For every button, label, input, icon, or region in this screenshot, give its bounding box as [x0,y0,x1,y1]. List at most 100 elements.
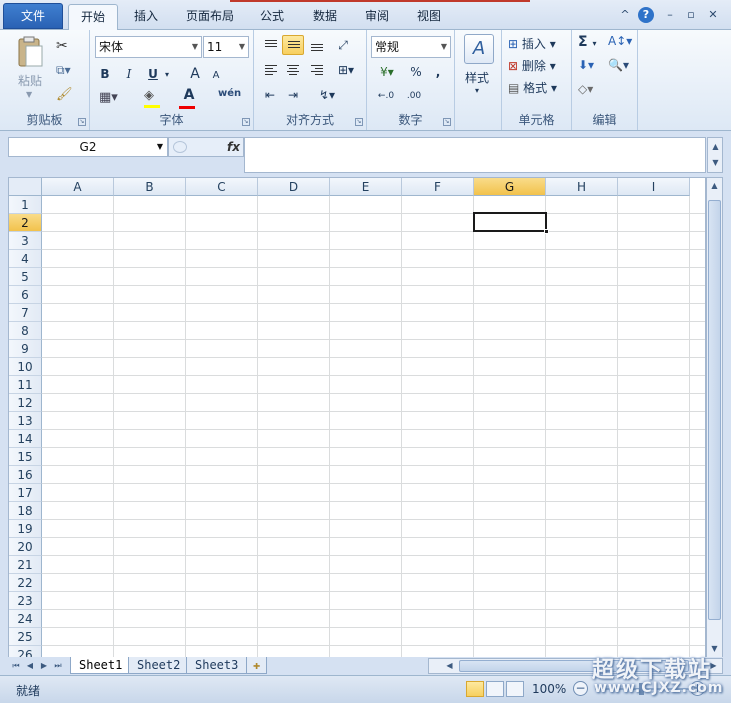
orientation-icon[interactable]: ⤢ [332,35,354,55]
percent-button[interactable]: % [407,62,425,82]
bold-button[interactable]: B [96,64,114,84]
align-bottom-icon[interactable] [306,35,326,55]
last-sheet-icon[interactable]: ⏭ [52,659,64,673]
column-header-h[interactable]: H [546,178,618,196]
align-top-icon[interactable] [260,35,280,55]
formula-splitter-icon[interactable] [173,141,187,153]
styles-label[interactable]: 样式 [465,69,489,86]
close-icon[interactable]: ✕ [705,7,721,23]
styles-icon[interactable]: A [464,34,494,64]
number-format-select[interactable]: 常规 ▼ [371,36,451,58]
autosum-button[interactable]: Σ ▾ [578,34,596,50]
row-header-24[interactable]: 24 [9,610,42,628]
shrink-font-button[interactable]: A [208,66,224,86]
paste-dropdown-icon[interactable]: ▼ [26,90,32,99]
row-header-14[interactable]: 14 [9,430,42,448]
align-center-icon[interactable] [282,60,304,80]
fill-color-button[interactable]: ◈ [144,88,170,108]
row-header-11[interactable]: 11 [9,376,42,394]
row-header-10[interactable]: 10 [9,358,42,376]
italic-button[interactable]: I [120,64,138,84]
column-header-e[interactable]: E [330,178,402,196]
sort-filter-icon[interactable]: A↕▾ [608,34,632,48]
vertical-scroll-thumb[interactable] [708,200,721,620]
tab-view[interactable]: 视图 [409,4,449,30]
chevron-down-icon[interactable]: ▼ [709,156,722,170]
active-cell[interactable] [473,212,547,232]
row-header-21[interactable]: 21 [9,556,42,574]
vertical-scrollbar[interactable]: ▲ ▼ [706,177,723,658]
row-header-16[interactable]: 16 [9,466,42,484]
first-sheet-icon[interactable]: ⏮ [10,659,22,673]
tab-review[interactable]: 审阅 [357,4,397,30]
tab-home[interactable]: 开始 [68,4,118,31]
fill-handle[interactable] [544,229,549,234]
comma-button[interactable]: , [431,62,445,82]
minimize-icon[interactable]: – [662,7,678,23]
cut-icon[interactable]: ✂ [56,38,68,54]
row-header-23[interactable]: 23 [9,592,42,610]
row-header-18[interactable]: 18 [9,502,42,520]
column-header-b[interactable]: B [114,178,186,196]
row-header-13[interactable]: 13 [9,412,42,430]
font-size-select[interactable]: 11 ▼ [203,36,249,58]
row-header-5[interactable]: 5 [9,268,42,286]
format-cells-button[interactable]: ▤ 格式 ▾ [508,79,557,96]
increase-decimal-button[interactable]: ←.0 [373,86,399,106]
zoom-level[interactable]: 100% [532,682,566,696]
font-launcher-icon[interactable]: ↘ [242,118,250,126]
sheet-tab-sheet3[interactable]: Sheet3 [186,657,248,674]
row-header-9[interactable]: 9 [9,340,42,358]
copy-icon[interactable]: ⧉▾ [56,63,71,78]
tab-formulas[interactable]: 公式 [252,4,292,30]
row-header-8[interactable]: 8 [9,322,42,340]
row-header-3[interactable]: 3 [9,232,42,250]
delete-cells-button[interactable]: ⊠ 删除 ▾ [508,57,556,74]
page-break-view-icon[interactable] [506,681,524,697]
merge-center-icon[interactable]: ⊞▾ [332,60,360,80]
number-launcher-icon[interactable]: ↘ [443,118,451,126]
tab-insert[interactable]: 插入 [126,4,166,30]
name-box[interactable]: G2 ▼ [8,137,168,157]
column-header-d[interactable]: D [258,178,330,196]
spreadsheet-grid[interactable]: ABCDEFGHI 1 2 3 4 5 6 7 8 9 10 11 12 13 14 15 16 17 18 19 2… [8,177,706,658]
wrap-text-icon[interactable]: ↯▾ [314,85,340,105]
select-all-corner[interactable] [9,178,42,196]
underline-button[interactable]: U [144,64,162,84]
phonetic-guide-icon[interactable]: wén [218,88,241,99]
scroll-left-icon[interactable]: ◀ [443,659,456,673]
insert-cells-button[interactable]: ⊞ 插入 ▾ [508,35,556,52]
restore-icon[interactable]: ▫ [683,7,699,23]
fill-down-icon[interactable]: ⬇▾ [578,58,594,72]
row-header-6[interactable]: 6 [9,286,42,304]
align-middle-icon[interactable] [282,35,304,55]
align-left-icon[interactable] [260,60,280,80]
chevron-up-icon[interactable]: ▲ [709,140,722,154]
row-header-20[interactable]: 20 [9,538,42,556]
column-header-g[interactable]: G [474,178,546,196]
font-color-button[interactable]: A [177,87,201,109]
align-right-icon[interactable] [306,60,326,80]
grow-font-button[interactable]: A [186,64,204,84]
paste-button[interactable] [14,36,46,70]
decrease-decimal-button[interactable]: .00 [401,86,427,106]
tab-file[interactable]: 文件 [3,3,63,29]
row-header-4[interactable]: 4 [9,250,42,268]
chevron-down-icon[interactable]: ▼ [157,138,163,156]
formula-input[interactable] [244,137,706,173]
insert-sheet-icon[interactable]: ✚ [246,657,268,674]
row-header-22[interactable]: 22 [9,574,42,592]
currency-icon[interactable]: ¥▾ [373,62,401,82]
increase-indent-icon[interactable]: ⇥ [282,85,304,105]
find-select-icon[interactable]: 🔍▾ [608,58,629,72]
column-header-i[interactable]: I [618,178,690,196]
row-header-19[interactable]: 19 [9,520,42,538]
help-icon[interactable]: ? [638,7,654,23]
formula-bar-expand[interactable]: ▲ ▼ [707,137,723,173]
sheet-tab-sheet2[interactable]: Sheet2 [128,657,190,674]
row-header-17[interactable]: 17 [9,484,42,502]
column-header-c[interactable]: C [186,178,258,196]
row-header-1[interactable]: 1 [9,196,42,214]
tab-data[interactable]: 数据 [305,4,345,30]
clipboard-launcher-icon[interactable]: ↘ [78,118,86,126]
